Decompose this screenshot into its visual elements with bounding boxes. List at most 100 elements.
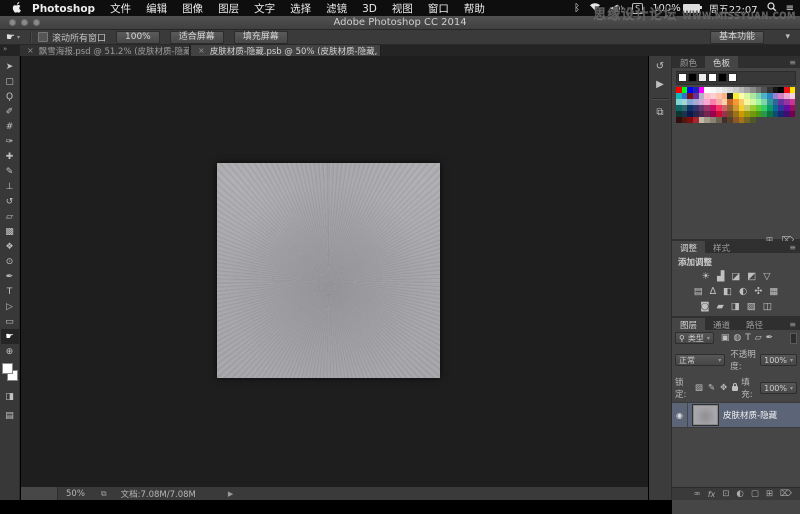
toolbar-collapse-icon[interactable]: » bbox=[3, 45, 6, 53]
tool-hand-icon[interactable]: ☛ bbox=[1, 329, 19, 344]
adjustment-photo-filter-icon[interactable]: ◐ bbox=[739, 286, 747, 297]
tool-clone-stamp-icon[interactable]: ⊥ bbox=[1, 179, 19, 194]
color-swatch[interactable] bbox=[750, 117, 756, 123]
blend-mode-dropdown[interactable]: 正常▾ bbox=[675, 354, 725, 366]
panel-menu-icon[interactable]: ≡ bbox=[789, 320, 796, 329]
color-swatch[interactable] bbox=[728, 73, 737, 82]
adjustment-vibrance-icon[interactable]: ▽ bbox=[763, 271, 770, 282]
menu-item-2[interactable]: 编辑 bbox=[146, 3, 167, 15]
item-lock-transparent-icon[interactable]: ▨ bbox=[695, 383, 703, 393]
layer-visibility-toggle[interactable]: ◉ bbox=[672, 403, 688, 427]
tool-blur-icon[interactable]: ❖ bbox=[1, 239, 19, 254]
item-new-group-icon[interactable]: ▢ bbox=[751, 489, 759, 499]
adjustment-exposure-icon[interactable]: ◩ bbox=[747, 271, 756, 282]
adjustment-threshold-icon[interactable]: ◨ bbox=[731, 301, 740, 312]
fit-screen-button[interactable]: 适合屏幕 bbox=[170, 31, 224, 44]
foreground-background-swatches[interactable] bbox=[2, 363, 18, 381]
item-lock-all-icon[interactable] bbox=[732, 386, 738, 391]
actions-panel-icon[interactable]: ▶ bbox=[656, 79, 664, 90]
tool-eraser-icon[interactable]: ▱ bbox=[1, 209, 19, 224]
document-image[interactable] bbox=[217, 163, 440, 378]
tool-quick-selection-icon[interactable]: ✐ bbox=[1, 104, 19, 119]
tool-history-brush-icon[interactable]: ↺ bbox=[1, 194, 19, 209]
close-tab-icon[interactable]: × bbox=[27, 46, 34, 55]
adjustment-posterize-icon[interactable]: ▰ bbox=[716, 301, 723, 312]
color-swatch[interactable] bbox=[708, 73, 717, 82]
workspace-caret-icon[interactable]: ▾ bbox=[785, 32, 790, 42]
color-swatch[interactable] bbox=[718, 73, 727, 82]
tool-spot-healing-icon[interactable]: ✚ bbox=[1, 149, 19, 164]
item-filter-pixel-layers-icon[interactable]: ▣ bbox=[721, 333, 730, 343]
apple-logo-icon[interactable] bbox=[12, 2, 22, 14]
panel-menu-icon[interactable]: ≡ bbox=[789, 243, 796, 252]
fill-screen-button[interactable]: 填充屏幕 bbox=[234, 31, 288, 44]
item-layer-style-icon[interactable]: fx bbox=[708, 490, 716, 499]
adjustment-brightness-contrast-icon[interactable]: ☀ bbox=[701, 271, 710, 282]
color-swatch[interactable] bbox=[688, 73, 697, 82]
adjustment-levels-icon[interactable]: ▟ bbox=[717, 271, 724, 282]
adjustment-color-lookup-icon[interactable]: ▦ bbox=[769, 286, 778, 297]
foreground-color-swatch[interactable] bbox=[2, 363, 13, 374]
document-tab-active[interactable]: × 皮肤材质-隐藏.psb @ 50% (皮肤材质-隐藏, RGB/8) bbox=[191, 45, 381, 56]
menu-item-0[interactable]: Photoshop bbox=[32, 3, 95, 15]
document-tab-inactive[interactable]: × 飘雪海报.psd @ 51.2% (皮肤材质-隐藏, RGB/8) * bbox=[20, 45, 190, 56]
tool-pen-icon[interactable]: ✒ bbox=[1, 269, 19, 284]
quick-mask-button[interactable]: ◨ bbox=[1, 389, 19, 404]
menu-item-11[interactable]: 帮助 bbox=[464, 3, 485, 15]
adjustment-curves-icon[interactable]: ◪ bbox=[731, 271, 740, 282]
bluetooth-icon[interactable]: ᛒ bbox=[574, 3, 580, 14]
item-filter-adjustment-layers-icon[interactable]: ◍ bbox=[733, 333, 741, 343]
item-filter-shape-layers-icon[interactable]: ▱ bbox=[755, 333, 762, 343]
status-scroll-icon[interactable]: ⧉ bbox=[101, 489, 107, 499]
item-lock-pixels-icon[interactable]: ✎ bbox=[708, 383, 715, 393]
adjustment-gradient-map-icon[interactable]: ▨ bbox=[747, 301, 756, 312]
tab-swatches[interactable]: 色板 bbox=[705, 56, 738, 68]
menu-item-9[interactable]: 视图 bbox=[392, 3, 413, 15]
tab-color[interactable]: 颜色 bbox=[672, 56, 705, 68]
tab-styles[interactable]: 样式 bbox=[705, 241, 738, 253]
menu-item-6[interactable]: 选择 bbox=[290, 3, 311, 15]
tool-zoom-icon[interactable]: ⊕ bbox=[1, 344, 19, 359]
screen-mode-button[interactable]: ▤ bbox=[1, 408, 19, 423]
zoom-100-button[interactable]: 100% bbox=[116, 31, 160, 44]
tab-layers[interactable]: 图层 bbox=[672, 318, 705, 330]
workspace-switcher[interactable]: 基本功能 bbox=[710, 31, 764, 44]
menu-item-4[interactable]: 图层 bbox=[218, 3, 239, 15]
tool-type-icon[interactable]: T bbox=[1, 284, 19, 299]
adjustment-black-white-icon[interactable]: ◧ bbox=[723, 286, 732, 297]
tool-path-selection-icon[interactable]: ▷ bbox=[1, 299, 19, 314]
fill-field[interactable]: 100%▾ bbox=[760, 382, 797, 394]
tool-lasso-icon[interactable]: Ϙ bbox=[1, 89, 19, 104]
adjustment-invert-icon[interactable]: ◙ bbox=[700, 301, 709, 312]
item-new-adjustment-icon[interactable]: ◐ bbox=[736, 489, 743, 499]
layer-row-selected[interactable]: ◉ 皮肤材质-隐藏 bbox=[672, 402, 800, 428]
tool-brush-icon[interactable]: ✎ bbox=[1, 164, 19, 179]
item-filter-type-layers-icon[interactable]: T bbox=[745, 333, 751, 343]
adjustment-selective-color-icon[interactable]: ◫ bbox=[763, 301, 772, 312]
status-options-arrow-icon[interactable]: ▶ bbox=[228, 490, 233, 498]
menu-item-1[interactable]: 文件 bbox=[110, 3, 131, 15]
menu-item-7[interactable]: 滤镜 bbox=[326, 3, 347, 15]
tool-dodge-icon[interactable]: ⊙ bbox=[1, 254, 19, 269]
menu-item-5[interactable]: 文字 bbox=[254, 3, 275, 15]
tool-gradient-icon[interactable]: ▩ bbox=[1, 224, 19, 239]
color-swatch[interactable] bbox=[678, 73, 687, 82]
zoom-level-field[interactable]: 50% bbox=[66, 489, 85, 499]
tool-eyedropper-icon[interactable]: ✑ bbox=[1, 134, 19, 149]
tab-adjustments[interactable]: 调整 bbox=[672, 241, 705, 253]
menu-item-8[interactable]: 3D bbox=[362, 3, 377, 15]
tab-channels[interactable]: 通道 bbox=[705, 318, 738, 330]
layer-thumbnail[interactable] bbox=[693, 405, 718, 425]
menu-item-10[interactable]: 窗口 bbox=[428, 3, 449, 15]
clone-source-panel-icon[interactable]: ⧉ bbox=[656, 107, 663, 118]
close-tab-icon[interactable]: × bbox=[198, 46, 205, 55]
menu-item-3[interactable]: 图像 bbox=[182, 3, 203, 15]
color-swatch[interactable] bbox=[698, 73, 707, 82]
tool-marquee-icon[interactable]: ▢ bbox=[1, 74, 19, 89]
history-panel-icon[interactable]: ↺ bbox=[656, 61, 664, 72]
item-new-layer-icon[interactable]: ⊞ bbox=[766, 489, 773, 499]
item-lock-position-icon[interactable]: ✥ bbox=[720, 383, 727, 393]
tab-paths[interactable]: 路径 bbox=[738, 318, 771, 330]
adjustment-color-balance-icon[interactable]: ∆ bbox=[710, 286, 716, 297]
tool-shape-icon[interactable]: ▭ bbox=[1, 314, 19, 329]
